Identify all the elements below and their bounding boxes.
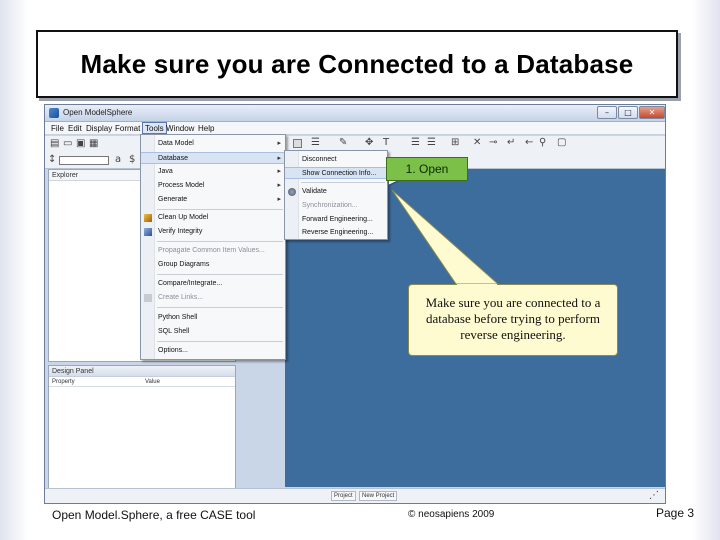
footer-left: Open Model.Sphere, a free CASE tool — [52, 508, 256, 522]
note-callout: Make sure you are connected to a databas… — [408, 284, 618, 356]
page-number: Page 3 — [656, 506, 695, 520]
footer-copyright: © neosapiens 2009 — [408, 509, 495, 520]
callout-pointers — [387, 160, 500, 285]
note-pointer — [391, 189, 500, 285]
step-callout: 1. Open — [386, 157, 468, 181]
